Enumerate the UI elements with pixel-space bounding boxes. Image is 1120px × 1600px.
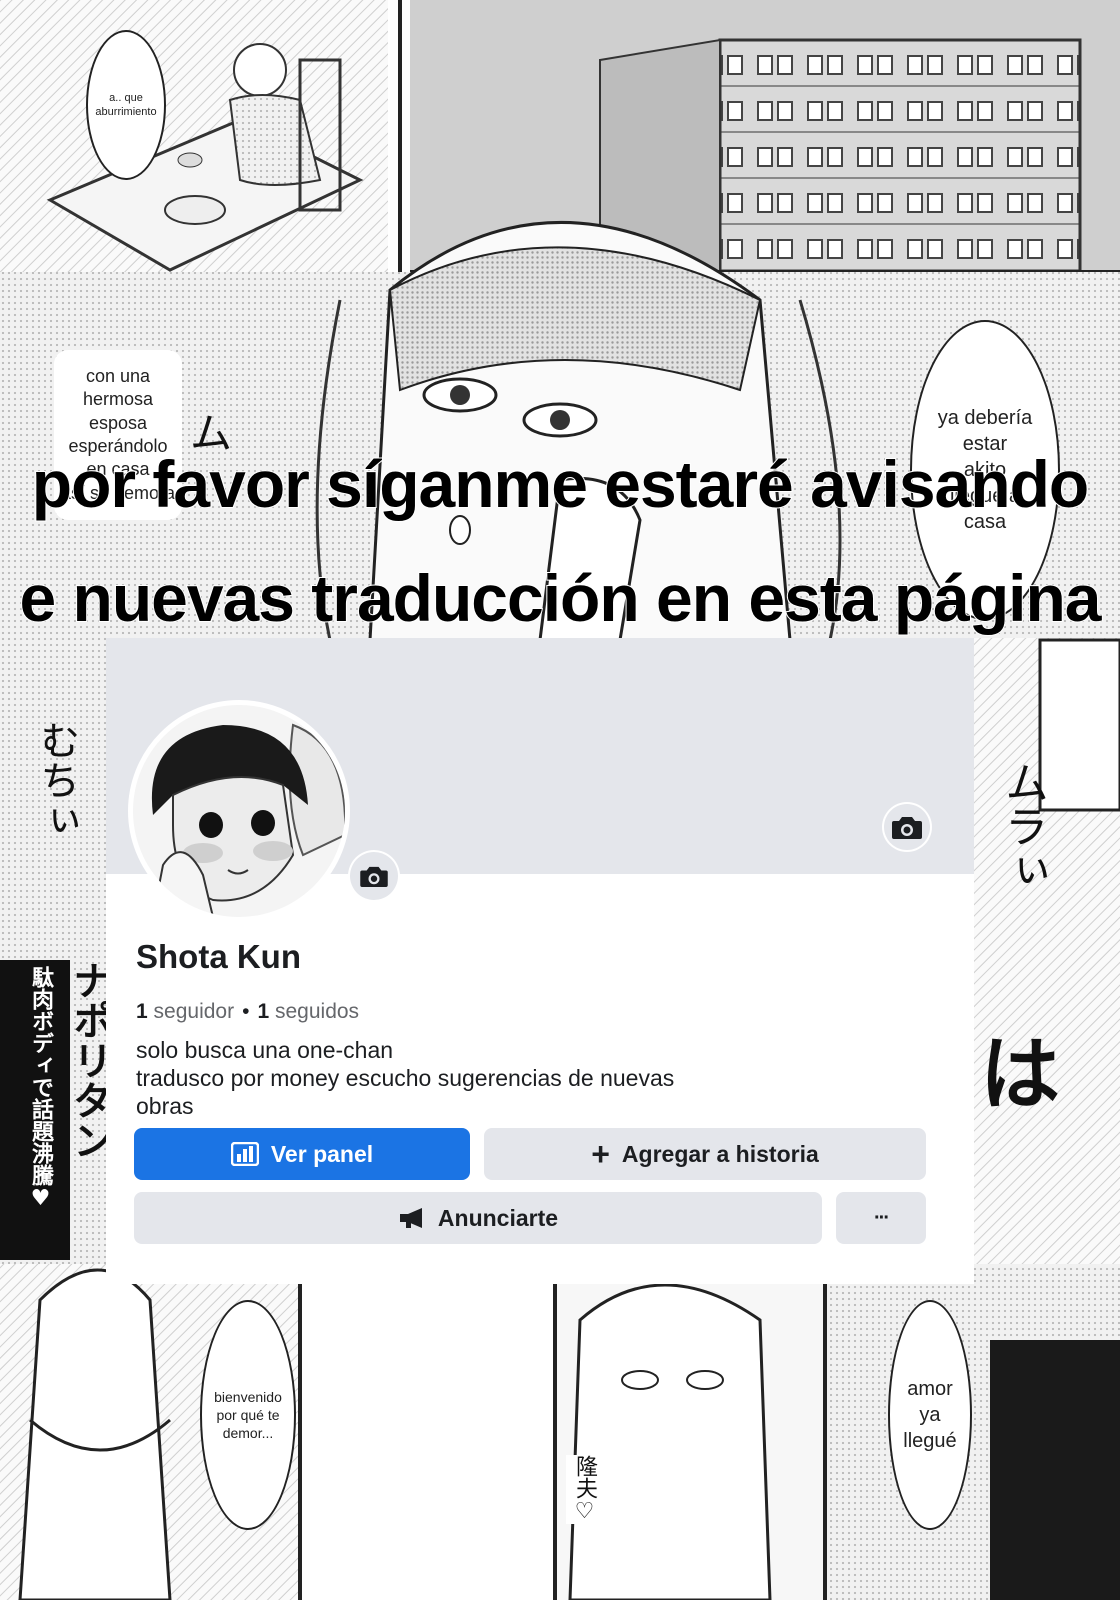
advertise-button[interactable]: Anunciarte xyxy=(134,1192,822,1244)
banner-line-2: e nuevas traducción en esta página xyxy=(18,560,1102,636)
bubble-line: amor xyxy=(907,1378,953,1400)
speech-bubble-bored: a.. que aburrimiento xyxy=(86,30,166,180)
profile-name: Shota Kun xyxy=(136,938,301,975)
profile-bio: solo busca una one-chan tradusco por mon… xyxy=(136,1036,896,1120)
bio-line: solo busca una one-chan xyxy=(136,1037,394,1063)
followers-label: seguidor xyxy=(153,1000,235,1023)
add-story-button[interactable]: + Agregar a historia xyxy=(484,1128,926,1180)
bubble-line: esposa xyxy=(88,412,148,433)
bio-line: tradusco por money escucho sugerencias d… xyxy=(136,1065,675,1092)
bubble-line: ya debería xyxy=(937,407,1033,429)
add-story-label: Agregar a historia xyxy=(621,1140,819,1167)
bubble-line: ya xyxy=(919,1404,941,1426)
sfx-mura: ムラぃ xyxy=(997,760,1048,892)
bubble-line: por qué te xyxy=(216,1406,280,1423)
bio-line: obras xyxy=(136,1093,194,1120)
more-options-button[interactable]: ··· xyxy=(836,1192,926,1244)
profile-card: Shota Kun 1 seguidor • 1 seguidos solo b… xyxy=(106,638,974,1284)
cover-title: ナポリタン xyxy=(66,960,112,1160)
more-icon: ··· xyxy=(874,1206,890,1229)
bubble-line: hermosa xyxy=(82,389,154,410)
view-dashboard-button[interactable]: Ver panel xyxy=(134,1128,470,1180)
avatar[interactable] xyxy=(128,700,350,922)
dashboard-icon xyxy=(230,1142,259,1166)
edit-avatar-button[interactable] xyxy=(350,852,398,900)
name-tag: 隆夫♡ xyxy=(566,1455,597,1524)
followers-link[interactable]: 1 seguidor xyxy=(136,1000,234,1024)
edit-cover-button[interactable] xyxy=(884,804,930,850)
cover-tagline: 駄肉ボディで話題沸騰♥ xyxy=(28,966,53,1211)
following-count: 1 xyxy=(257,1000,270,1023)
follow-stats: 1 seguidor • 1 seguidos xyxy=(136,1000,359,1024)
camera-icon xyxy=(892,817,922,839)
avatar-illustration xyxy=(133,705,345,917)
following-label: seguidos xyxy=(274,1000,360,1023)
view-dashboard-label: Ver panel xyxy=(270,1140,374,1167)
speech-bubble-welcome: bienvenido por qué te demor... xyxy=(200,1300,296,1530)
bubble-line: aburrimiento xyxy=(95,106,157,118)
bubble-line: a.. que xyxy=(109,91,143,104)
plus-icon: + xyxy=(591,1136,610,1172)
speech-bubble-home: amor ya llegué xyxy=(888,1300,972,1530)
bubble-line: demor... xyxy=(222,1425,274,1442)
advertise-label: Anunciarte xyxy=(437,1204,559,1231)
camera-icon xyxy=(360,866,388,887)
bubble-line: bienvenido xyxy=(214,1388,282,1405)
followers-count: 1 xyxy=(136,1000,148,1023)
megaphone-icon xyxy=(399,1208,422,1228)
following-link[interactable]: 1 seguidos xyxy=(257,1000,359,1024)
bubble-line: con una xyxy=(85,365,151,386)
bubble-line: llegué xyxy=(903,1430,957,1452)
sfx-ha: は xyxy=(980,1028,1060,1121)
banner-line-1: por favor síganme estaré avisando xyxy=(31,446,1090,522)
sfx-muchi: むちぃ xyxy=(33,720,79,840)
stats-separator: • xyxy=(242,1000,250,1023)
